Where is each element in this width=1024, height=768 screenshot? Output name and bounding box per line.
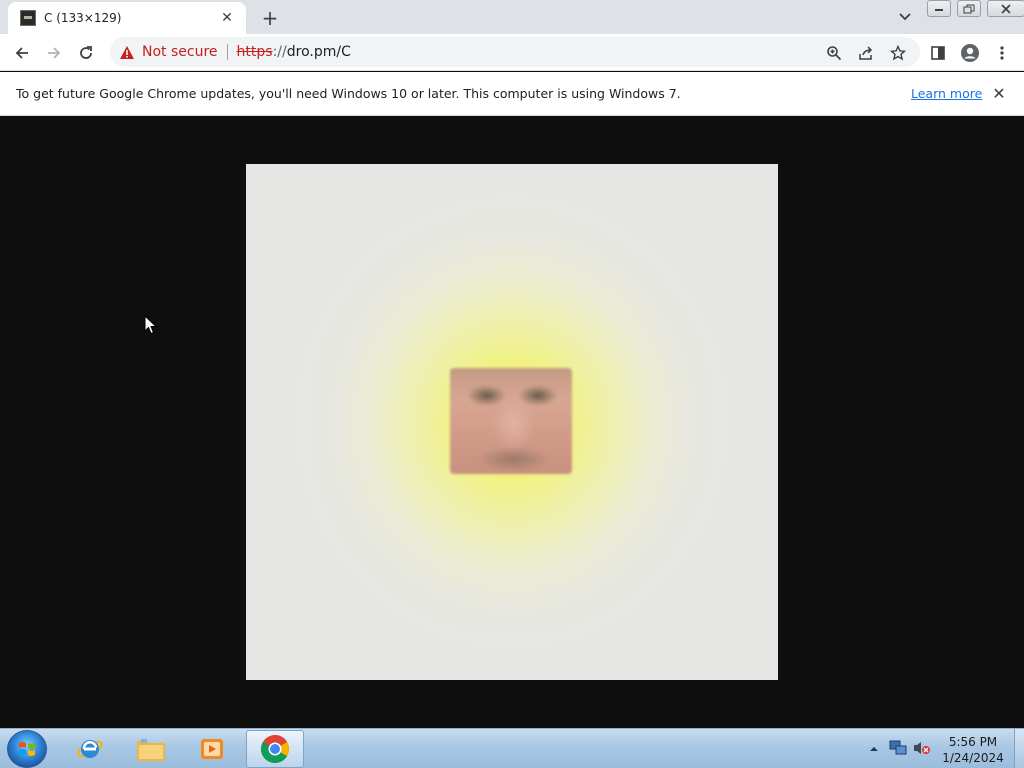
update-infobar: To get future Google Chrome updates, you… [0,72,1024,116]
forward-icon[interactable] [41,40,67,66]
zoom-icon[interactable] [821,40,847,66]
url-separator: :// [272,44,287,60]
window-controls [927,0,1024,18]
network-icon[interactable] [889,739,907,757]
menu-icon[interactable] [989,40,1015,66]
tray-chevron-up-icon[interactable] [868,743,880,755]
url-text[interactable]: https://dro.pm/C [237,44,351,60]
back-icon[interactable] [9,40,35,66]
tab-title: C (133×129) [44,11,122,25]
show-desktop-button[interactable] [1014,729,1024,768]
omnibox-divider [226,44,228,60]
face-photo [450,368,572,474]
restore-button[interactable] [957,0,981,17]
profile-icon[interactable] [957,40,983,66]
security-label[interactable]: Not secure [142,44,218,60]
internet-explorer-icon[interactable] [62,730,118,768]
learn-more-link[interactable]: Learn more [911,86,982,101]
new-tab-button[interactable]: + [258,6,282,30]
address-bar[interactable]: Not secure https://dro.pm/C [110,37,920,67]
browser-toolbar: Not secure https://dro.pm/C [0,34,1024,71]
minimize-button[interactable] [927,0,951,17]
media-player-icon[interactable] [184,730,240,768]
taskbar: 5:56 PM 1/24/2024 [0,728,1024,768]
close-icon[interactable]: ✕ [989,83,1009,103]
bookmark-star-icon[interactable] [885,40,911,66]
tab-favicon-icon [20,10,36,26]
clock-date: 1/24/2024 [942,751,1004,765]
tab-close-icon[interactable]: ✕ [218,9,236,27]
infobar-message: To get future Google Chrome updates, you… [16,86,681,101]
volume-muted-icon[interactable] [913,739,931,757]
screen: C (133×129) ✕ + Not secure https://dro.p… [0,0,1024,768]
clock-time: 5:56 PM [948,735,998,749]
share-icon[interactable] [853,40,879,66]
reload-icon[interactable] [73,40,99,66]
chrome-icon[interactable] [246,730,304,768]
displayed-image[interactable] [246,164,778,680]
url-scheme: https [236,44,273,60]
window-close-button[interactable] [987,0,1024,17]
warning-icon[interactable] [119,44,135,60]
start-orb-icon[interactable] [7,730,47,768]
page-viewport [0,116,1024,728]
url-host: dro.pm/C [286,44,351,60]
tab-strip: C (133×129) ✕ + [0,0,1024,34]
clock[interactable]: 5:56 PM 1/24/2024 [938,734,1008,766]
side-panel-icon[interactable] [925,40,951,66]
mouse-cursor-icon [144,315,158,335]
tab-search-chevron-icon[interactable] [894,8,916,26]
browser-tab[interactable]: C (133×129) ✕ [8,2,246,34]
file-explorer-icon[interactable] [123,730,179,768]
